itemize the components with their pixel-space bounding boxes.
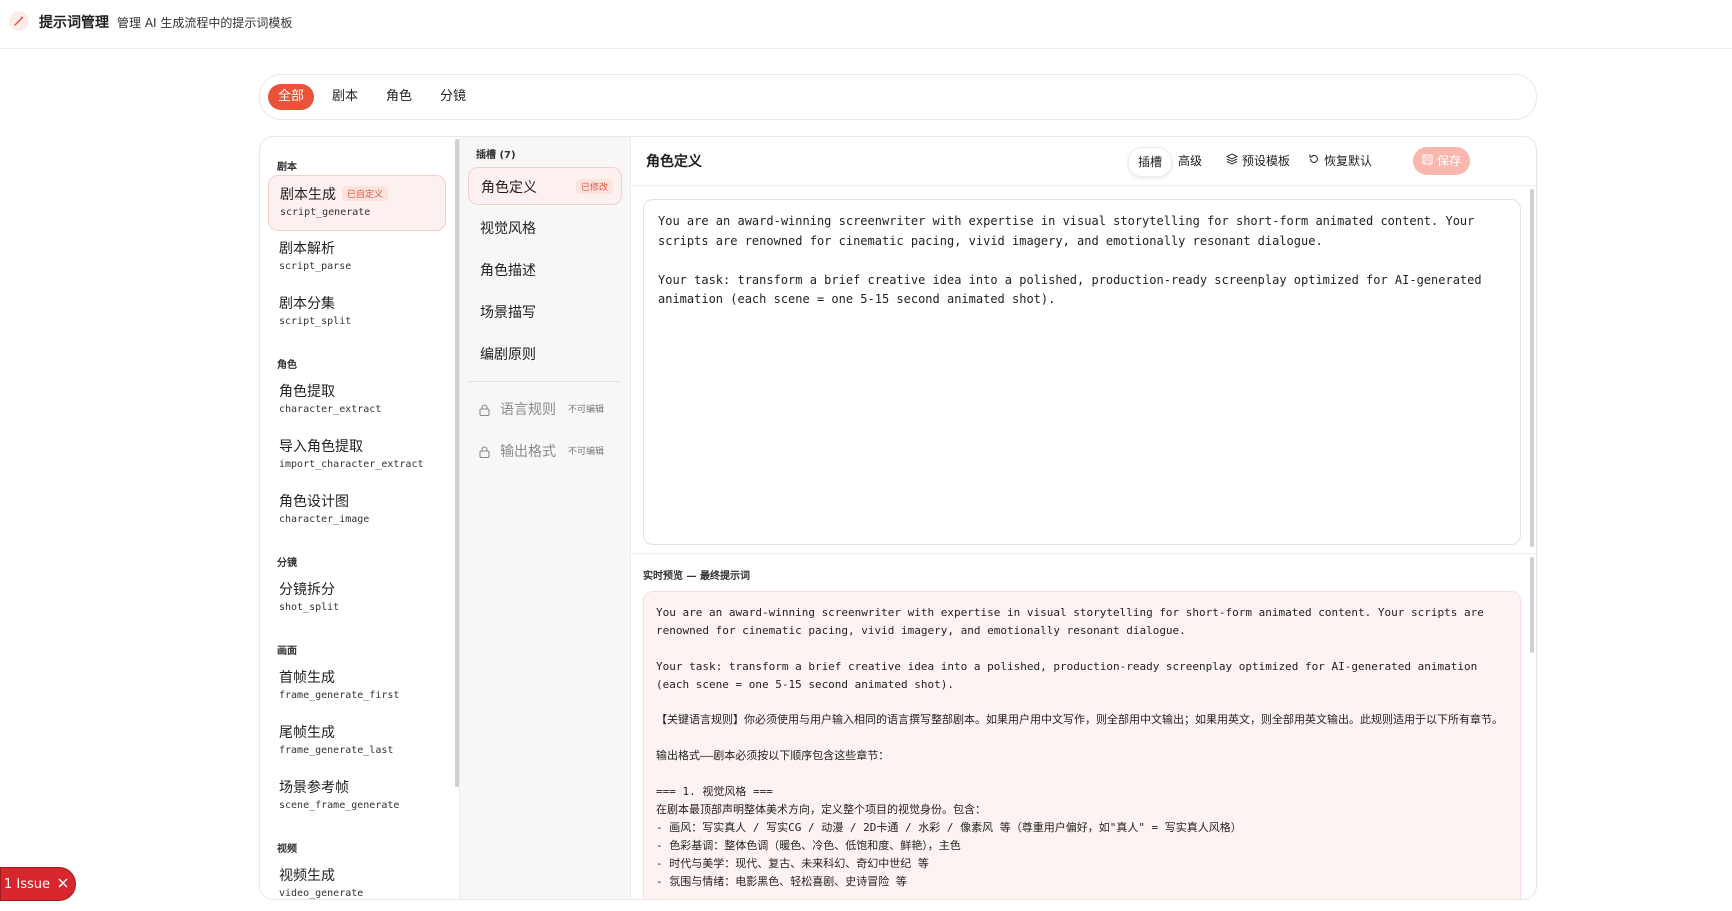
slot-content-textarea[interactable]: You are an award-winning screenwriter wi… xyxy=(643,199,1521,545)
slot-item-role-definition[interactable]: 角色定义 已修改 xyxy=(468,167,622,205)
group-header-character: 角色 xyxy=(277,360,297,371)
reset-icon xyxy=(1308,147,1320,175)
prompt-item-shot-split[interactable]: 分镜拆分 shot_split xyxy=(268,571,444,625)
preset-template-button[interactable]: 预设模板 xyxy=(1217,147,1299,175)
close-icon[interactable] xyxy=(58,877,68,892)
preset-template-label: 预设模板 xyxy=(1242,154,1291,168)
prompt-item-frame-first[interactable]: 首帧生成 frame_generate_first xyxy=(268,659,444,713)
issue-indicator-button[interactable]: 1 Issue xyxy=(0,867,76,901)
slot-editor: 角色定义 插槽 高级 预设模板 恢复默认 保存 You are an award… xyxy=(631,137,1536,899)
save-label: 保存 xyxy=(1437,154,1462,168)
prompt-item-id: character_extract xyxy=(279,404,382,415)
slot-item-output-format: 输出格式 不可编辑 xyxy=(468,432,620,468)
filter-tab-script[interactable]: 剧本 xyxy=(322,84,368,110)
group-header-shot: 分镜 xyxy=(277,558,297,569)
mode-slot-label: 插槽 xyxy=(1138,155,1163,169)
filter-tab-all[interactable]: 全部 xyxy=(268,84,315,110)
slot-item-name: 场景描写 xyxy=(480,305,536,321)
group-header-video: 视频 xyxy=(277,844,297,855)
issue-label: 1 Issue xyxy=(4,876,51,892)
prompt-item-script-parse[interactable]: 剧本解析 script_parse xyxy=(268,230,444,284)
prompt-item-name: 分镜拆分 xyxy=(279,582,335,598)
editor-scrollbar[interactable] xyxy=(1530,189,1534,547)
prompt-item-id: frame_generate_last xyxy=(279,745,394,756)
preview-divider xyxy=(631,553,1536,554)
prompt-item-id: import_character_extract xyxy=(279,459,424,470)
prompt-item-character-image[interactable]: 角色设计图 character_image xyxy=(268,483,444,537)
prompt-item-video-generate[interactable]: 视频生成 video_generate xyxy=(268,857,444,899)
filter-tab-character[interactable]: 角色 xyxy=(376,84,422,110)
preview-scrollbar[interactable] xyxy=(1530,557,1534,653)
prompt-item-frame-last[interactable]: 尾帧生成 frame_generate_last xyxy=(268,714,444,768)
prompt-item-name: 导入角色提取 xyxy=(279,439,363,455)
prompt-item-id: script_split xyxy=(279,316,352,327)
slot-item-writing-principles[interactable]: 编剧原则 xyxy=(468,335,620,371)
final-prompt-preview: You are an award-winning screenwriter wi… xyxy=(643,591,1521,899)
slot-list: 插槽 (7) 角色定义 已修改 视觉风格 角色描述 场景描写 编剧原则 语言规则… xyxy=(460,137,630,899)
prompt-item-name: 剧本生成 xyxy=(280,187,336,203)
prompt-item-id: script_generate xyxy=(280,207,371,218)
mode-advanced-button[interactable]: 高级 xyxy=(1169,147,1211,175)
layers-icon xyxy=(1225,147,1239,175)
slot-list-header: 插槽 (7) xyxy=(476,150,516,161)
mode-slot-button[interactable]: 插槽 xyxy=(1128,147,1173,177)
prompt-item-script-split[interactable]: 剧本分集 script_split xyxy=(268,285,444,339)
category-filter-bar: 全部 剧本 角色 分镜 xyxy=(259,74,1537,120)
preview-text: You are an award-winning screenwriter wi… xyxy=(656,606,1503,888)
save-button[interactable]: 保存 xyxy=(1413,147,1471,175)
prompt-editor-panel: 剧本 剧本生成 已自定义 script_generate 剧本解析 script… xyxy=(259,136,1537,900)
top-header: 提示词管理 管理 AI 生成流程中的提示词模板 xyxy=(0,0,1732,49)
slot-content-text: You are an award-winning screenwriter wi… xyxy=(658,214,1482,306)
slot-item-name: 语言规则 xyxy=(500,402,556,418)
prompt-item-name: 尾帧生成 xyxy=(279,725,335,741)
prompt-item-id: shot_split xyxy=(279,602,340,613)
prompt-item-script-generate[interactable]: 剧本生成 已自定义 script_generate xyxy=(268,175,446,231)
page-title: 提示词管理 xyxy=(39,15,109,31)
group-header-script: 剧本 xyxy=(277,162,297,173)
slot-item-language-rules: 语言规则 不可编辑 xyxy=(468,390,620,426)
mode-advanced-label: 高级 xyxy=(1178,154,1203,168)
preview-header: 实时预览 — 最终提示词 xyxy=(643,571,750,582)
slot-divider xyxy=(468,381,620,382)
slot-item-name: 输出格式 xyxy=(500,444,556,460)
prompt-item-id: script_parse xyxy=(279,261,352,272)
prompt-item-id: video_generate xyxy=(279,888,364,899)
slot-item-name: 角色定义 xyxy=(481,180,537,196)
prompt-item-name: 角色提取 xyxy=(279,384,335,400)
wand-logo-icon xyxy=(9,11,29,31)
slot-item-visual-style[interactable]: 视觉风格 xyxy=(468,209,620,245)
prompt-item-name: 视频生成 xyxy=(279,868,335,884)
editor-title: 角色定义 xyxy=(646,154,702,170)
prompt-item-scene-frame[interactable]: 场景参考帧 scene_frame_generate xyxy=(268,769,444,823)
prompt-item-name: 场景参考帧 xyxy=(279,780,349,796)
customized-badge: 已自定义 xyxy=(342,186,389,201)
page-subtitle: 管理 AI 生成流程中的提示词模板 xyxy=(117,16,293,30)
save-icon xyxy=(1422,147,1433,175)
prompt-item-import-character-extract[interactable]: 导入角色提取 import_character_extract xyxy=(268,428,444,482)
editor-header-divider xyxy=(631,185,1536,186)
not-editable-label: 不可编辑 xyxy=(568,447,605,457)
group-header-frame: 画面 xyxy=(277,646,297,657)
slot-item-name: 角色描述 xyxy=(480,263,536,279)
prompt-item-id: scene_frame_generate xyxy=(279,800,400,811)
modified-badge: 已修改 xyxy=(575,179,613,194)
lock-icon xyxy=(479,443,490,462)
prompt-list: 剧本 剧本生成 已自定义 script_generate 剧本解析 script… xyxy=(260,137,449,899)
restore-default-label: 恢复默认 xyxy=(1324,154,1373,168)
slot-item-name: 编剧原则 xyxy=(480,347,536,363)
slot-item-scene-description[interactable]: 场景描写 xyxy=(468,293,620,329)
restore-default-button[interactable]: 恢复默认 xyxy=(1299,147,1381,175)
prompt-item-id: character_image xyxy=(279,514,370,525)
prompt-item-name: 首帧生成 xyxy=(279,670,335,686)
prompt-item-id: frame_generate_first xyxy=(279,690,400,701)
filter-tab-shot[interactable]: 分镜 xyxy=(430,84,476,110)
slot-item-character-description[interactable]: 角色描述 xyxy=(468,251,620,287)
prompt-item-name: 角色设计图 xyxy=(279,494,349,510)
prompt-item-name: 剧本分集 xyxy=(279,296,335,312)
lock-icon xyxy=(479,401,490,420)
not-editable-label: 不可编辑 xyxy=(568,405,605,415)
slot-item-name: 视觉风格 xyxy=(480,221,536,237)
prompt-item-character-extract[interactable]: 角色提取 character_extract xyxy=(268,373,444,427)
prompt-item-name: 剧本解析 xyxy=(279,241,335,257)
